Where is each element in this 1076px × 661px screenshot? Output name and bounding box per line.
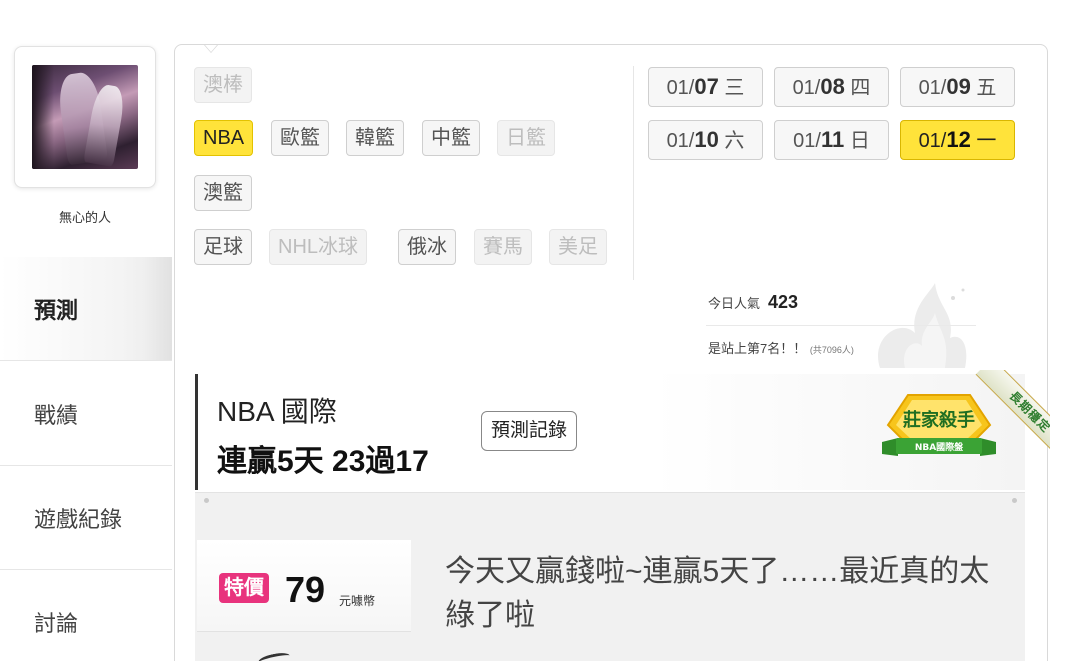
popularity: 今日人氣 423: [708, 292, 798, 313]
category-chip-russia-hockey[interactable]: 俄冰: [398, 229, 456, 265]
record-league: NBA 國際: [217, 396, 337, 427]
price-currency: 元噱幣: [339, 594, 376, 608]
nav-discussion[interactable]: 討論: [0, 570, 172, 661]
long-term-stable-ribbon: 長期穩定: [955, 370, 1050, 465]
category-chip-nba[interactable]: NBA: [194, 120, 254, 156]
divider: [633, 66, 634, 280]
date-button-0112[interactable]: 01/12 一: [900, 120, 1015, 160]
nav-record[interactable]: 戰績: [0, 362, 172, 466]
category-chip-american-football[interactable]: 美足: [549, 229, 607, 265]
avatar[interactable]: [32, 65, 138, 169]
category-chip-japan-basketball[interactable]: 日籃: [497, 120, 555, 156]
prediction-description: 今天又贏錢啦~連贏5天了……最近真的太綠了啦: [445, 555, 990, 632]
nav-label: 預測: [34, 298, 79, 323]
category-chip-horse-racing[interactable]: 賽馬: [474, 229, 532, 265]
nav-label: 戰績: [34, 403, 79, 428]
sale-badge: 特價: [219, 573, 269, 603]
popularity-divider: [706, 325, 976, 326]
date-button-0108[interactable]: 01/08 四: [774, 67, 889, 107]
category-chip-euro-basketball[interactable]: 歐籃: [271, 120, 329, 156]
popularity-label: 今日人氣: [708, 296, 761, 311]
nav-label: 討論: [34, 611, 79, 636]
popularity-value: 423: [768, 292, 799, 312]
category-chip-china-basketball[interactable]: 中籃: [422, 120, 480, 156]
rank-total: (共7096人): [809, 345, 854, 355]
date-button-0110[interactable]: 01/10 六: [648, 120, 763, 160]
category-chip-aus-baseball[interactable]: 澳棒: [194, 67, 252, 103]
date-button-0109[interactable]: 01/09 五: [900, 67, 1015, 107]
category-chip-korea-basketball[interactable]: 韓籃: [346, 120, 404, 156]
panel-notch: [204, 45, 218, 55]
nav-predict[interactable]: 預測: [0, 257, 172, 361]
date-button-0111[interactable]: 01/11 日: [774, 120, 889, 160]
prediction-history-button[interactable]: 預測記錄: [481, 411, 578, 451]
record-streak: 連贏5天 23過17: [217, 445, 429, 478]
category-chip-aus-basketball[interactable]: 澳籃: [194, 175, 252, 211]
avatar-card[interactable]: [14, 46, 156, 188]
rank-text: 是站上第7名！！ (共7096人): [708, 341, 854, 356]
category-chip-soccer[interactable]: 足球: [194, 229, 252, 265]
category-chip-nhl[interactable]: NHL冰球: [269, 229, 368, 265]
date-button-0107[interactable]: 01/07 三: [648, 67, 763, 107]
price-value: 79: [285, 569, 326, 610]
username: 無心的人: [58, 210, 111, 225]
nav-game-history[interactable]: 遊戲紀錄: [0, 466, 172, 570]
nav-label: 遊戲紀錄: [34, 507, 123, 532]
